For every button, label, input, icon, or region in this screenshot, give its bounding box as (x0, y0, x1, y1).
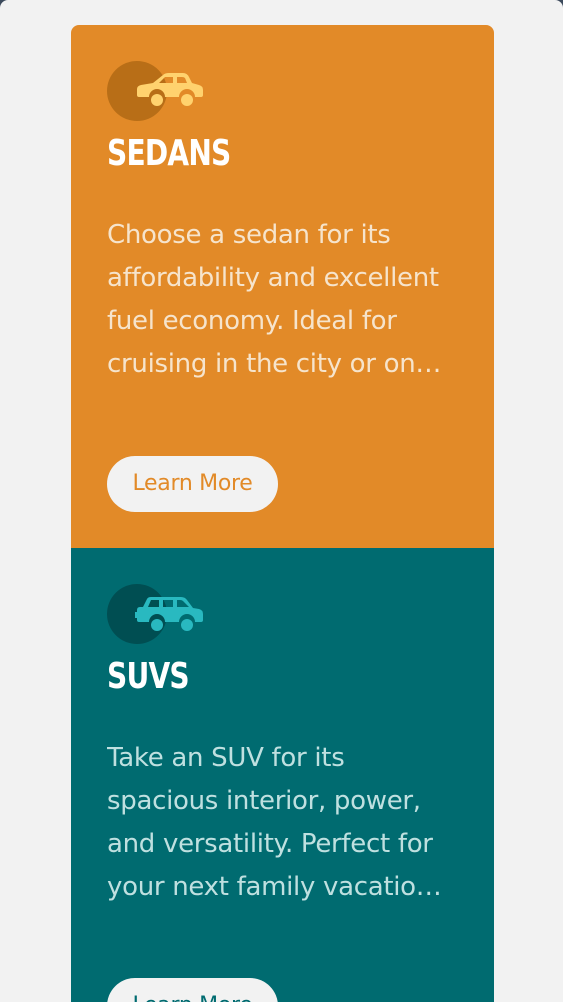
sedan-icon-badge (107, 61, 207, 121)
learn-more-button[interactable]: Learn More (107, 978, 278, 1002)
card-description: Take an SUV for its spacious interior, p… (107, 743, 433, 902)
suvs-card: SUVS Take an SUV for its spacious interi… (71, 548, 494, 1002)
card-title: SUVS (107, 656, 190, 697)
learn-more-button[interactable]: Learn More (107, 456, 278, 512)
card-title: SEDANS (107, 133, 231, 174)
suv-car-icon (135, 597, 203, 631)
sedans-card: SEDANS Choose a sedan for its affordabil… (71, 25, 494, 548)
suv-icon-badge (107, 584, 207, 644)
card-description: Choose a sedan for its affordability and… (107, 220, 439, 379)
car-category-cards: SEDANS Choose a sedan for its affordabil… (71, 25, 494, 1002)
page-frame: SEDANS Choose a sedan for its affordabil… (0, 0, 563, 1002)
sedan-car-icon (137, 73, 203, 106)
